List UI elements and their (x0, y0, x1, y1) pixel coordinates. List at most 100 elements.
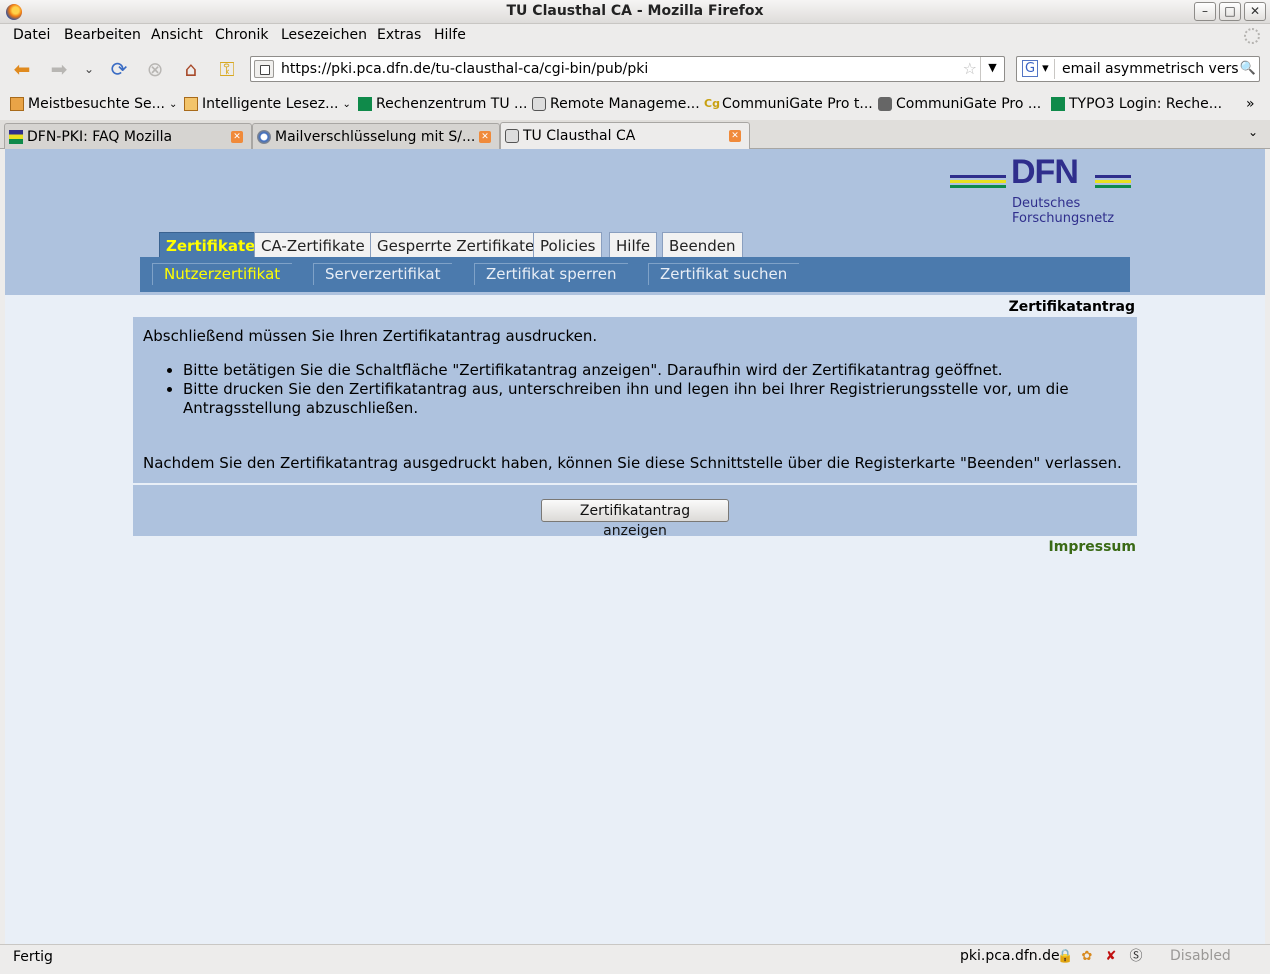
communigate-icon: Cg (704, 97, 720, 110)
logo-subtitle: Deutsches Forschungsnetz (1012, 196, 1114, 226)
menu-extras[interactable]: Extras (377, 27, 421, 43)
url-dropdown-icon[interactable]: ▼ (980, 57, 1004, 81)
reload-icon[interactable]: ⟳ (107, 57, 131, 81)
back-icon[interactable]: ⬅ (10, 57, 34, 81)
tab-label: DFN-PKI: FAQ Mozilla (27, 129, 173, 145)
logo-bars (1095, 175, 1131, 189)
page-banner: DFN Deutsches Forschungsnetz Zertifikate… (5, 149, 1265, 295)
bookmarks-overflow-button[interactable]: » (1246, 96, 1255, 112)
url-bar[interactable]: ☆ ▼ (250, 56, 1005, 82)
tab-list-icon[interactable]: ⌄ (1248, 125, 1258, 139)
window-titlebar: TU Clausthal CA - Mozilla Firefox – □ ✕ (0, 0, 1270, 24)
bookmark-label: Intelligente Lesez... (202, 96, 339, 112)
tab-beenden[interactable]: Beenden (662, 232, 743, 258)
close-tab-icon[interactable]: ✕ (479, 131, 491, 143)
home-icon[interactable]: ⌂ (179, 57, 203, 81)
tab-zertifikate[interactable]: Zertifikate (159, 232, 263, 258)
tab-tu-clausthal-ca[interactable]: TU Clausthal CA ✕ (500, 122, 750, 150)
bookmark-rechenzentrum[interactable]: Rechenzentrum TU ... (358, 96, 527, 112)
search-icon[interactable]: 🔍 (1240, 61, 1256, 76)
menu-datei[interactable]: Datei (13, 27, 50, 43)
subtab-zertifikat-sperren[interactable]: Zertifikat sperren (474, 263, 629, 285)
bookmark-meistbesuchte[interactable]: Meistbesuchte Se... ⌄ (10, 96, 177, 112)
bookmark-communigate-1[interactable]: Cg CommuniGate Pro t... (704, 96, 873, 112)
tab-label: TU Clausthal CA (523, 128, 636, 144)
stop-icon[interactable]: ⊗ (143, 57, 167, 81)
maximize-button[interactable]: □ (1219, 2, 1241, 21)
list-item: Bitte drucken Sie den Zertifikatantrag a… (183, 380, 1133, 418)
folder-icon (184, 97, 198, 111)
page-icon (532, 97, 546, 111)
section-title: Zertifikatantrag (1008, 299, 1135, 315)
tab-label: Mailverschlüsselung mit S/... (275, 129, 476, 145)
search-engine-selector[interactable]: G ▾ (1019, 59, 1055, 79)
extension-s-icon[interactable]: Ⓢ (1128, 949, 1144, 965)
disabled-status: Disabled (1170, 948, 1231, 964)
close-tab-icon[interactable]: ✕ (231, 131, 243, 143)
bookmark-label: Remote Manageme... (550, 96, 700, 112)
bookmark-star-icon[interactable]: ☆ (963, 59, 977, 78)
menu-hilfe[interactable]: Hilfe (434, 27, 466, 43)
logo-subtitle-line: Deutsches (1012, 196, 1081, 211)
tab-strip: DFN-PKI: FAQ Mozilla ✕ Mailverschlüsselu… (0, 120, 1270, 150)
bookmark-communigate-2[interactable]: CommuniGate Pro ... (878, 96, 1041, 112)
addon-icon[interactable]: ✿ (1079, 949, 1095, 965)
throbber-icon (1244, 28, 1260, 44)
menu-lesezeichen[interactable]: Lesezeichen (281, 27, 367, 43)
favicon-icon (358, 97, 372, 111)
communigate-icon (878, 97, 892, 111)
intro-text: Abschließend müssen Sie Ihren Zertifikat… (143, 327, 598, 345)
action-box: Zertifikatantrag anzeigen (133, 485, 1137, 539)
logo-bars (950, 175, 1006, 189)
bookmark-label: Rechenzentrum TU ... (376, 96, 528, 112)
tab-gesperrte-zertifikate[interactable]: Gesperrte Zertifikate (370, 232, 542, 258)
menu-bearbeiten[interactable]: Bearbeiten (64, 27, 141, 43)
bookmark-label: TYPO3 Login: Reche... (1069, 96, 1223, 112)
forward-icon[interactable]: ➡ (47, 57, 71, 81)
status-host: pki.pca.dfn.de (960, 948, 1060, 964)
page-icon (505, 129, 519, 143)
bookmark-label: CommuniGate Pro t... (722, 96, 873, 112)
search-bar[interactable]: G ▾ 🔍 (1016, 56, 1260, 82)
page-viewport: DFN Deutsches Forschungsnetz Zertifikate… (5, 149, 1265, 944)
show-certificate-request-button[interactable]: Zertifikatantrag anzeigen (541, 499, 729, 539)
info-box: Abschließend müssen Sie Ihren Zertifikat… (133, 317, 1137, 483)
statusbar: Fertig pki.pca.dfn.de 🔒 ✿ ✘ Ⓢ Disabled (0, 944, 1270, 974)
minimize-button[interactable]: – (1194, 2, 1216, 21)
subtab-nutzerzertifikat[interactable]: Nutzerzertifikat (152, 263, 293, 285)
bookmark-label: CommuniGate Pro ... (896, 96, 1042, 112)
history-dropdown-icon[interactable]: ⌄ (77, 57, 101, 81)
subtab-zertifikat-suchen[interactable]: Zertifikat suchen (648, 263, 800, 285)
status-text: Fertig (13, 949, 53, 965)
instruction-list: Bitte betätigen Sie die Schaltfläche "Ze… (143, 361, 1133, 418)
close-window-button[interactable]: ✕ (1244, 2, 1266, 21)
impressum-link[interactable]: Impressum (1049, 539, 1136, 555)
menu-ansicht[interactable]: Ansicht (151, 27, 203, 43)
bookmark-remote-management[interactable]: Remote Manageme... (532, 96, 700, 112)
tab-dfn-pki-faq[interactable]: DFN-PKI: FAQ Mozilla ✕ (4, 123, 252, 149)
menu-chronik[interactable]: Chronik (215, 27, 269, 43)
tab-hilfe[interactable]: Hilfe (609, 232, 658, 258)
bookmark-typo3[interactable]: TYPO3 Login: Reche... (1051, 96, 1222, 112)
tab-ca-zertifikate[interactable]: CA-Zertifikate (254, 232, 372, 258)
close-tab-icon[interactable]: ✕ (729, 130, 741, 142)
subtab-serverzertifikat[interactable]: Serverzertifikat (313, 263, 453, 285)
logo-text: DFN (1011, 153, 1079, 191)
noscript-icon[interactable]: ✘ (1103, 949, 1119, 965)
logo-subtitle-line: Forschungsnetz (1012, 211, 1115, 226)
tab-policies[interactable]: Policies (533, 232, 603, 258)
lock-icon[interactable]: 🔒 (1057, 949, 1073, 965)
bookmark-intelligente[interactable]: Intelligente Lesez... ⌄ (184, 96, 351, 112)
list-item: Bitte betätigen Sie die Schaltfläche "Ze… (183, 361, 1133, 380)
url-input[interactable] (279, 60, 949, 78)
search-input[interactable] (1060, 60, 1240, 78)
tab-mailverschluesselung[interactable]: Mailverschlüsselung mit S/... ✕ (252, 123, 500, 149)
key-icon[interactable]: ⚿ (215, 57, 239, 81)
folder-icon (10, 97, 24, 111)
globe-icon (257, 130, 271, 144)
sub-navigation: Nutzerzertifikat Serverzertifikat Zertif… (140, 257, 1130, 292)
chevron-down-icon: ⌄ (169, 98, 178, 110)
chevron-down-icon: ⌄ (342, 98, 351, 110)
site-identity-icon[interactable] (254, 60, 274, 78)
bookmark-label: Meistbesuchte Se... (28, 96, 166, 112)
